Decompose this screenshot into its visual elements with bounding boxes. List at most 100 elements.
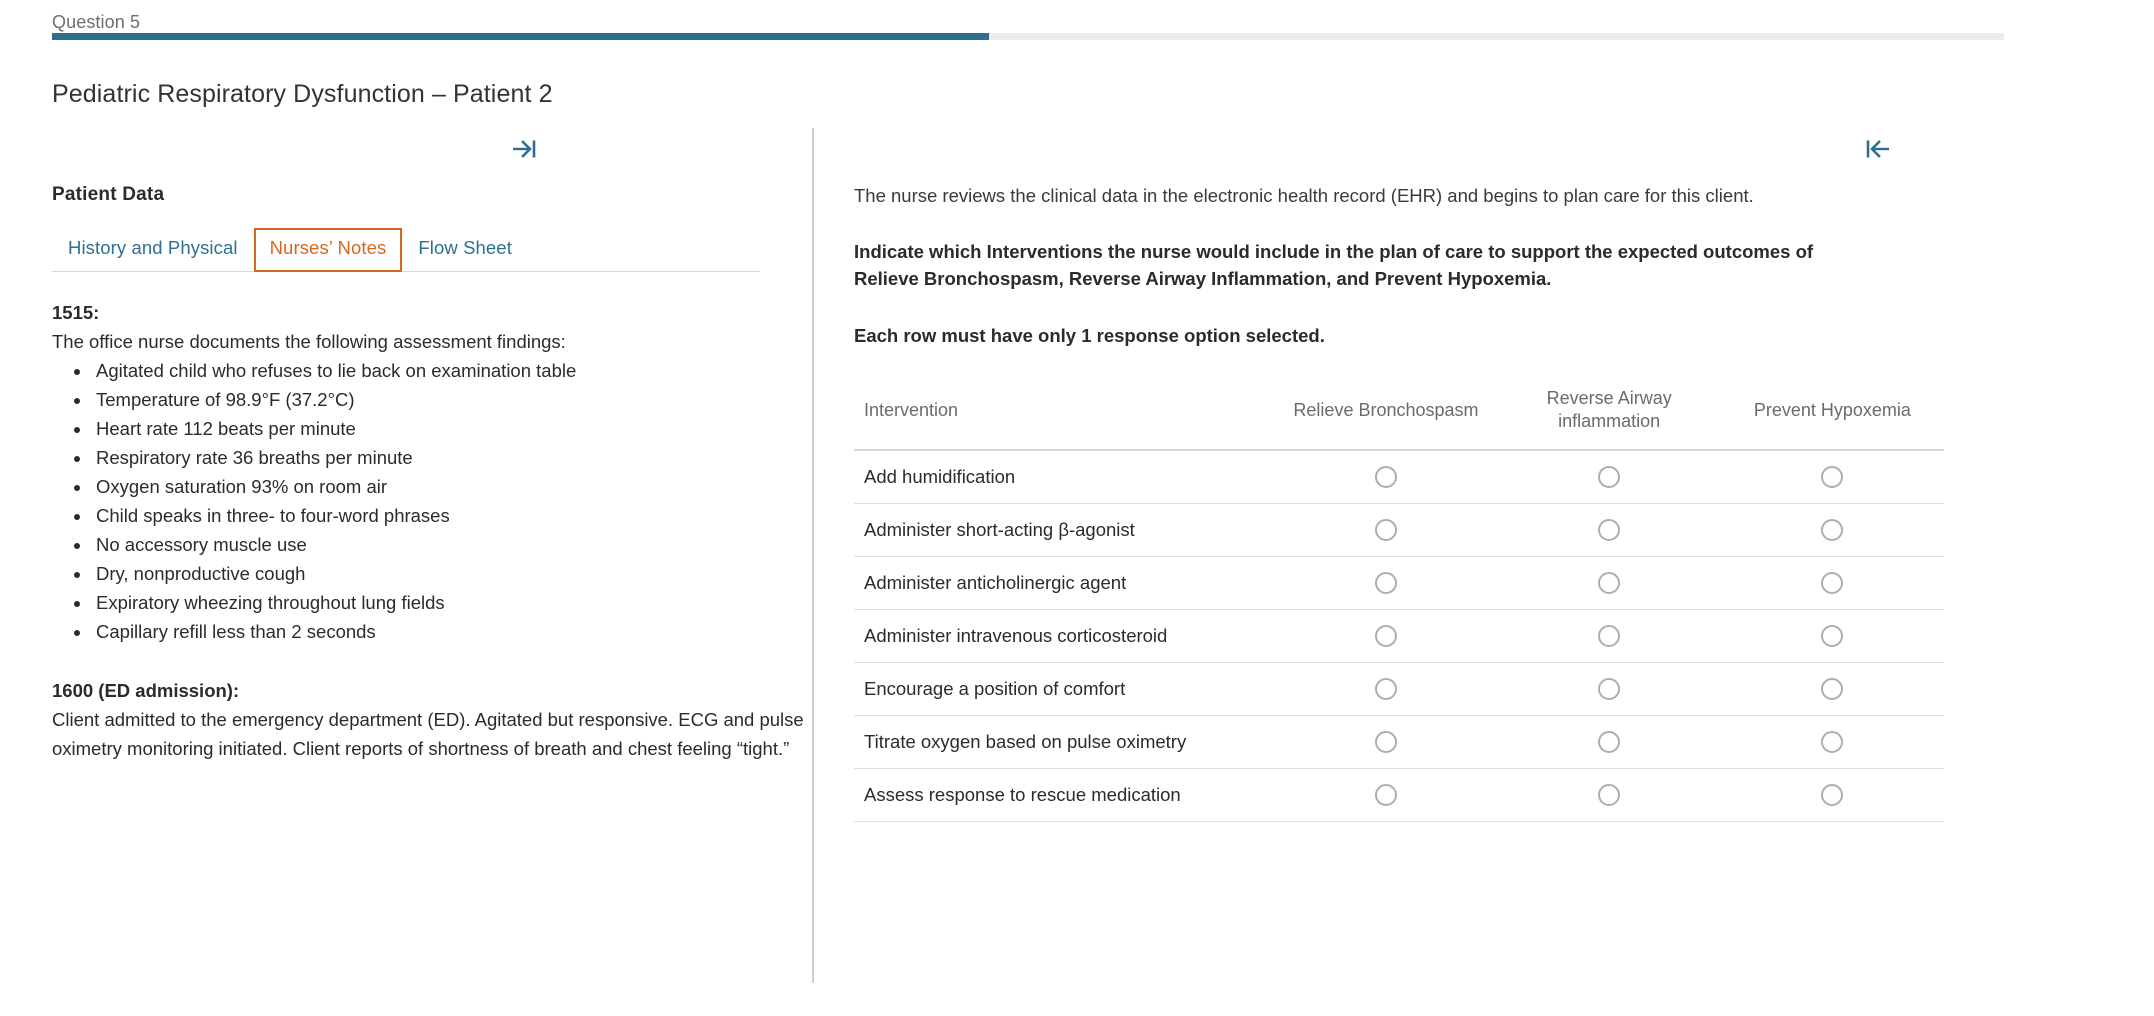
radio-cell-relieve-bronchospasm[interactable] <box>1274 556 1498 610</box>
radio-cell-relieve-bronchospasm[interactable] <box>1274 503 1498 557</box>
progress-bar-track <box>52 33 2004 40</box>
patient-data-heading: Patient Data <box>52 184 165 205</box>
column-header-relieve-bronchospasm: Relieve Bronchospasm <box>1274 379 1498 451</box>
patient-data-tabs: History and Physical Nurses’ Notes Flow Sh… <box>52 228 760 272</box>
exam-question-page: Question 5 Pediatric Respiratory Dysfunc… <box>0 0 2154 1016</box>
radio-button-relieve-bronchospasm[interactable] <box>1374 730 1397 753</box>
radio-button-reverse-airway-inflammation[interactable] <box>1598 677 1621 700</box>
radio-cell-reverse-airway-inflammation[interactable] <box>1497 556 1721 610</box>
assessment-finding-item: Agitated child who refuses to lie back o… <box>92 356 812 385</box>
table-row: Add humidification <box>854 450 1944 504</box>
radio-cell-relieve-bronchospasm[interactable] <box>1274 662 1498 716</box>
assessment-finding-item: Capillary refill less than 2 seconds <box>92 617 812 646</box>
radio-button-reverse-airway-inflammation[interactable] <box>1598 624 1621 647</box>
intervention-label: Titrate oxygen based on pulse oximetry <box>854 715 1275 769</box>
note-entry-2-text: Client admitted to the emergency departm… <box>52 709 804 759</box>
intervention-label: Assess response to rescue medication <box>854 768 1275 822</box>
right-pane-toolbar <box>854 128 2114 174</box>
radio-button-reverse-airway-inflammation[interactable] <box>1598 465 1621 488</box>
column-header-intervention: Intervention <box>854 379 1275 451</box>
table-row: Titrate oxygen based on pulse oximetry <box>854 715 1944 769</box>
note-entry-1-intro: The office nurse documents the following… <box>52 331 566 352</box>
intervention-label: Encourage a position of comfort <box>854 662 1275 716</box>
radio-cell-relieve-bronchospasm[interactable] <box>1274 609 1498 663</box>
radio-button-relieve-bronchospasm[interactable] <box>1374 465 1397 488</box>
table-row: Administer short-acting β-agonist <box>854 503 1944 557</box>
radio-button-relieve-bronchospasm[interactable] <box>1374 783 1397 806</box>
radio-button-reverse-airway-inflammation[interactable] <box>1598 518 1621 541</box>
tab-history-and-physical[interactable]: History and Physical <box>52 228 254 272</box>
radio-cell-relieve-bronchospasm[interactable] <box>1274 768 1498 822</box>
assessment-finding-item: Respiratory rate 36 breaths per minute <box>92 443 812 472</box>
radio-cell-prevent-hypoxemia[interactable] <box>1720 450 1944 504</box>
radio-button-relieve-bronchospasm[interactable] <box>1374 518 1397 541</box>
radio-button-relieve-bronchospasm[interactable] <box>1374 624 1397 647</box>
nurses-notes-content: 1515: The office nurse documents the fol… <box>52 298 812 763</box>
radio-button-reverse-airway-inflammation[interactable] <box>1598 571 1621 594</box>
radio-button-prevent-hypoxemia[interactable] <box>1821 677 1844 700</box>
matrix-header: Intervention Relieve Bronchospasm Revers… <box>854 379 1944 451</box>
question-intro-text: The nurse reviews the clinical data in t… <box>854 185 1754 206</box>
radio-button-prevent-hypoxemia[interactable] <box>1821 783 1844 806</box>
assessment-finding-item: Dry, nonproductive cough <box>92 559 812 588</box>
radio-cell-reverse-airway-inflammation[interactable] <box>1497 450 1721 504</box>
radio-cell-prevent-hypoxemia[interactable] <box>1720 609 1944 663</box>
radio-button-prevent-hypoxemia[interactable] <box>1821 518 1844 541</box>
table-row: Administer intravenous corticosteroid <box>854 609 1944 663</box>
question-pane: The nurse reviews the clinical data in t… <box>814 128 2154 978</box>
assessment-finding-item: Heart rate 112 beats per minute <box>92 414 812 443</box>
radio-cell-prevent-hypoxemia[interactable] <box>1720 503 1944 557</box>
collapse-right-pane-button[interactable] <box>1860 134 1894 164</box>
radio-cell-prevent-hypoxemia[interactable] <box>1720 715 1944 769</box>
matrix-body: Add humidification Administer short-actin… <box>854 450 1944 822</box>
column-header-prevent-hypoxemia: Prevent Hypoxemia <box>1720 379 1944 451</box>
note-entry-2: 1600 (ED admission): Client admitted to … <box>52 676 812 763</box>
question-header: Question 5 <box>0 0 2154 36</box>
intervention-label: Administer intravenous corticosteroid <box>854 609 1275 663</box>
intervention-label: Add humidification <box>854 450 1275 504</box>
radio-cell-reverse-airway-inflammation[interactable] <box>1497 715 1721 769</box>
radio-button-relieve-bronchospasm[interactable] <box>1374 571 1397 594</box>
progress-bar-fill <box>52 33 989 40</box>
intervention-label: Administer short-acting β-agonist <box>854 503 1275 557</box>
matrix-header-row: Intervention Relieve Bronchospasm Revers… <box>854 379 1944 451</box>
radio-cell-prevent-hypoxemia[interactable] <box>1720 556 1944 610</box>
radio-button-prevent-hypoxemia[interactable] <box>1821 465 1844 488</box>
radio-button-prevent-hypoxemia[interactable] <box>1821 571 1844 594</box>
assessment-findings-list: Agitated child who refuses to lie back o… <box>92 356 812 646</box>
radio-cell-relieve-bronchospasm[interactable] <box>1274 715 1498 769</box>
case-title: Pediatric Respiratory Dysfunction – Pati… <box>52 80 553 108</box>
tab-flow-sheet[interactable]: Flow Sheet <box>402 228 528 272</box>
arrow-right-to-bar-icon <box>513 140 536 158</box>
radio-button-reverse-airway-inflammation[interactable] <box>1598 730 1621 753</box>
column-header-reverse-airway-inflammation: Reverse Airway inflammation <box>1497 379 1721 451</box>
left-pane-toolbar <box>52 128 760 174</box>
radio-cell-prevent-hypoxemia[interactable] <box>1720 662 1944 716</box>
radio-cell-reverse-airway-inflammation[interactable] <box>1497 768 1721 822</box>
collapse-left-pane-button[interactable] <box>508 134 542 164</box>
radio-cell-reverse-airway-inflammation[interactable] <box>1497 503 1721 557</box>
radio-cell-relieve-bronchospasm[interactable] <box>1274 450 1498 504</box>
question-rule-text: Each row must have only 1 response optio… <box>854 325 1325 346</box>
radio-button-prevent-hypoxemia[interactable] <box>1821 624 1844 647</box>
note-entry-1-time: 1515: <box>52 302 100 323</box>
radio-button-prevent-hypoxemia[interactable] <box>1821 730 1844 753</box>
table-row: Assess response to rescue medication <box>854 768 1944 822</box>
table-row: Encourage a position of comfort <box>854 662 1944 716</box>
radio-button-relieve-bronchospasm[interactable] <box>1374 677 1397 700</box>
radio-cell-prevent-hypoxemia[interactable] <box>1720 768 1944 822</box>
tab-nurses-notes[interactable]: Nurses’ Notes <box>253 228 403 272</box>
patient-data-pane: Patient Data History and Physical Nurses’… <box>0 128 812 978</box>
assessment-finding-item: Child speaks in three- to four-word phra… <box>92 501 812 530</box>
bar-arrow-left-icon <box>1866 140 1889 158</box>
radio-cell-reverse-airway-inflammation[interactable] <box>1497 609 1721 663</box>
assessment-finding-item: Expiratory wheezing throughout lung fiel… <box>92 588 812 617</box>
note-entry-2-time: 1600 (ED admission): <box>52 680 240 701</box>
radio-cell-reverse-airway-inflammation[interactable] <box>1497 662 1721 716</box>
assessment-finding-item: No accessory muscle use <box>92 530 812 559</box>
assessment-finding-item: Temperature of 98.9°F (37.2°C) <box>92 385 812 414</box>
assessment-finding-item: Oxygen saturation 93% on room air <box>92 472 812 501</box>
intervention-label: Administer anticholinergic agent <box>854 556 1275 610</box>
radio-button-reverse-airway-inflammation[interactable] <box>1598 783 1621 806</box>
intervention-matrix-table: Intervention Relieve Bronchospasm Revers… <box>854 379 1944 822</box>
